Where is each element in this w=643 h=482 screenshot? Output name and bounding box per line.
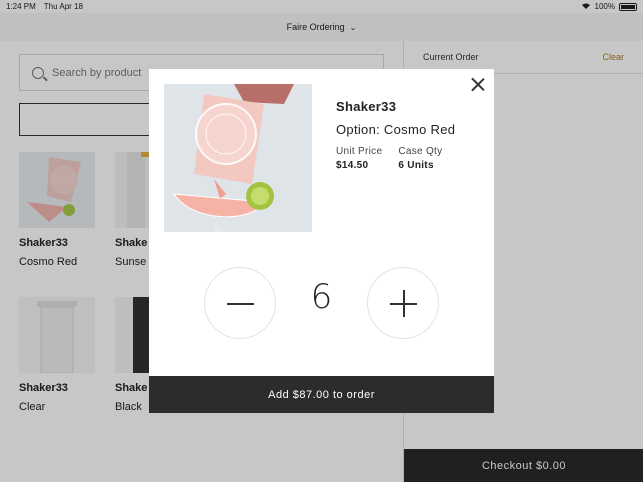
quantity-stepper: 6: [204, 267, 439, 339]
close-icon[interactable]: [471, 77, 485, 91]
unit-price-label: Unit Price: [336, 146, 383, 157]
case-qty-label: Case Qty: [398, 146, 443, 157]
unit-price-block: Unit Price $14.50: [336, 146, 382, 171]
case-qty-value: 6 Units: [398, 160, 434, 171]
case-qty-block: Case Qty 6 Units: [398, 146, 442, 171]
increase-quantity-button[interactable]: [367, 267, 439, 339]
modal-product-title: Shaker33: [336, 99, 397, 114]
modal-product-option: Option: Cosmo Red: [336, 122, 456, 137]
minus-icon: [227, 303, 254, 305]
add-to-order-button[interactable]: Add $87.00 to order: [149, 376, 494, 413]
unit-price-value: $14.50: [336, 160, 369, 171]
product-info: Shaker33 Option: Cosmo Red Unit Price $1…: [336, 99, 486, 171]
decrease-quantity-button[interactable]: [204, 267, 276, 339]
quantity-value: 6: [310, 277, 333, 317]
product-modal: Shaker33 Option: Cosmo Red Unit Price $1…: [149, 69, 494, 413]
product-photo: [164, 84, 312, 232]
